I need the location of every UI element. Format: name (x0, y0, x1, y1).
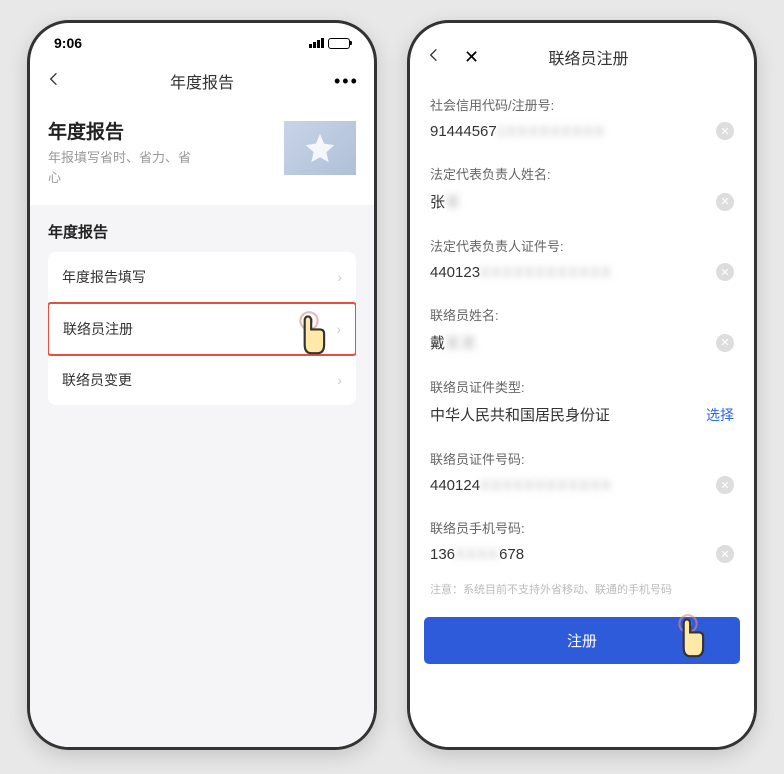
field-label: 联络员手机号码: (430, 518, 734, 537)
field-value[interactable]: 136XXXX678 ✕ (430, 545, 734, 563)
page-title: 联络员注册 (549, 45, 629, 69)
clear-icon[interactable]: ✕ (716, 263, 734, 281)
clear-icon[interactable]: ✕ (716, 476, 734, 494)
more-icon[interactable]: ••• (334, 71, 358, 92)
clear-icon[interactable]: ✕ (716, 193, 734, 211)
field-value[interactable]: 戴某某 ✕ (430, 332, 734, 353)
field-contact-phone: 联络员手机号码: 136XXXX678 ✕ (410, 506, 754, 575)
status-icons (309, 38, 350, 49)
back-icon[interactable] (426, 46, 450, 69)
field-value[interactable]: 中华人民共和国居民身份证 选择 (430, 404, 734, 425)
battery-icon (328, 38, 350, 49)
page-title: 年度报告 (170, 69, 234, 93)
row-contact-register[interactable]: 联络员注册 › (48, 302, 356, 356)
field-label: 联络员姓名: (430, 305, 734, 324)
field-id-type: 联络员证件类型: 中华人民共和国居民身份证 选择 (410, 365, 754, 437)
row-label: 联络员注册 (63, 319, 133, 339)
nav-bar: 年度报告 ••• (30, 59, 374, 103)
section-annual-report: 年度报告 年度报告填写 › 联络员注册 › 联络员变更 › (30, 205, 374, 413)
close-icon[interactable]: ✕ (464, 47, 479, 68)
chevron-right-icon: › (337, 269, 342, 285)
hero-banner: 年度报告 年报填写省时、省力、省心 (30, 103, 374, 205)
row-label: 联络员变更 (62, 370, 132, 390)
field-legal-name: 法定代表负责人姓名: 张某 ✕ (410, 152, 754, 224)
field-label: 法定代表负责人证件号: (430, 236, 734, 255)
row-label: 年度报告填写 (62, 267, 146, 287)
row-report-fill[interactable]: 年度报告填写 › (48, 252, 356, 303)
select-link[interactable]: 选择 (706, 405, 734, 425)
field-value[interactable]: 440124XXXXXXXXXXXX ✕ (430, 476, 734, 494)
register-button[interactable]: 注册 (424, 617, 740, 664)
clear-icon[interactable]: ✕ (716, 334, 734, 352)
status-bar: 9:06 (30, 23, 374, 59)
field-value[interactable]: 张某 ✕ (430, 191, 734, 212)
signal-icon (309, 38, 324, 48)
hero-image (284, 121, 356, 175)
registration-form: 社会信用代码/注册号: 914445671XXXXXXXXX ✕ 法定代表负责人… (410, 79, 754, 747)
menu-card: 年度报告填写 › 联络员注册 › 联络员变更 › (48, 252, 356, 405)
form-note: 注意：系统目前不支持外省移动、联通的手机号码 (410, 575, 754, 609)
tap-indicator-icon (666, 613, 710, 667)
field-label: 社会信用代码/注册号: (430, 95, 734, 114)
section-title: 年度报告 (48, 221, 356, 242)
nav-bar: ✕ 联络员注册 (410, 35, 754, 79)
field-label: 法定代表负责人姓名: (430, 164, 734, 183)
field-legal-id: 法定代表负责人证件号: 440123XXXXXXXXXXXX ✕ (410, 224, 754, 293)
field-label: 联络员证件类型: (430, 377, 734, 396)
clear-icon[interactable]: ✕ (716, 545, 734, 563)
field-label: 联络员证件号码: (430, 449, 734, 468)
button-label: 注册 (567, 633, 597, 650)
status-time: 9:06 (54, 35, 82, 51)
clear-icon[interactable]: ✕ (716, 122, 734, 140)
back-icon[interactable] (46, 70, 70, 93)
phone-right: ✕ 联络员注册 社会信用代码/注册号: 914445671XXXXXXXXX ✕… (407, 20, 757, 750)
field-value[interactable]: 914445671XXXXXXXXX ✕ (430, 122, 734, 140)
row-contact-change[interactable]: 联络员变更 › (48, 355, 356, 405)
hero-subtitle: 年报填写省时、省力、省心 (48, 148, 198, 187)
field-value[interactable]: 440123XXXXXXXXXXXX ✕ (430, 263, 734, 281)
star-icon (303, 131, 337, 165)
phone-left: 9:06 年度报告 ••• 年度报告 年报填写省时、省力、省心 年度报告 年度报… (27, 20, 377, 750)
chevron-right-icon: › (336, 321, 341, 337)
field-credit-code: 社会信用代码/注册号: 914445671XXXXXXXXX ✕ (410, 83, 754, 152)
chevron-right-icon: › (337, 372, 342, 388)
field-contact-id: 联络员证件号码: 440124XXXXXXXXXXXX ✕ (410, 437, 754, 506)
body-area: 年度报告 年报填写省时、省力、省心 年度报告 年度报告填写 › 联络员注册 › (30, 103, 374, 747)
field-contact-name: 联络员姓名: 戴某某 ✕ (410, 293, 754, 365)
